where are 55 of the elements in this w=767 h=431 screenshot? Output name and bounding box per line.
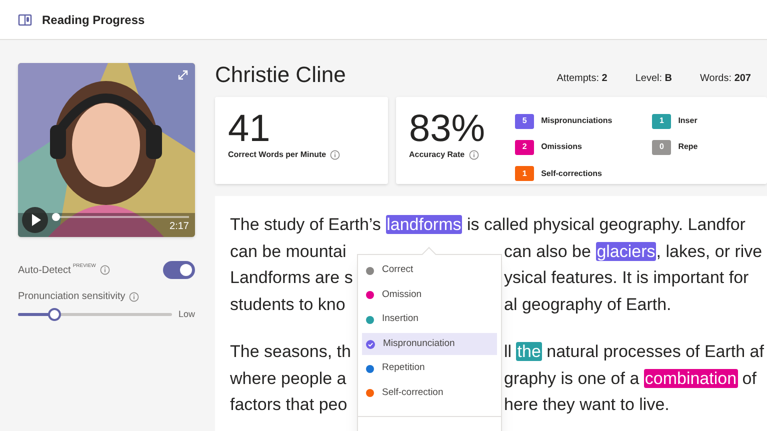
passage-line: graphy is one of a combination of <box>504 368 756 390</box>
menu-item[interactable]: Correct <box>362 260 497 282</box>
passage-line: Landforms are s <box>230 267 354 289</box>
student-name: Christie Cline <box>215 61 346 89</box>
video-time: 2:17 <box>170 220 189 234</box>
play-button[interactable] <box>22 207 48 233</box>
sensitivity-slider[interactable] <box>18 308 172 322</box>
metric-label: Correct Words per Minute <box>228 149 326 161</box>
app-title: Reading Progress <box>42 12 145 28</box>
passage-line: where people a <box>230 368 348 390</box>
video-player[interactable]: 2:17 <box>18 63 195 237</box>
metric-value: 41 <box>228 109 272 149</box>
passage-line: can be mountai <box>230 240 348 262</box>
metric-value: 83% <box>409 109 486 149</box>
count-badge: 5 <box>515 114 534 129</box>
highlighted-word[interactable]: landforms <box>386 215 462 234</box>
info-icon[interactable] <box>100 265 110 275</box>
toggle-switch[interactable] <box>163 261 195 279</box>
count-badge: 1 <box>652 114 672 129</box>
slider-end-label: Low <box>178 308 195 321</box>
auto-detect-label: Auto-Detect <box>18 264 71 278</box>
error-label: Inser <box>678 115 698 128</box>
passage-line: can also be glaciers, lakes, or rive <box>504 240 762 262</box>
count-badge: 2 <box>515 140 534 155</box>
error-label: Omissions <box>541 141 582 154</box>
error-label: Self-corrections <box>541 168 602 180</box>
passage-line: factors that peo <box>230 394 348 416</box>
menu-item[interactable]: Self-correction <box>362 382 497 404</box>
menu-item[interactable]: Omission <box>362 284 497 306</box>
passage-line: The seasons, th <box>230 341 352 363</box>
menu-item[interactable]: Repetition <box>362 358 497 380</box>
info-icon[interactable] <box>129 292 140 302</box>
passage-line: here they want to live. <box>504 394 670 416</box>
info-icon[interactable] <box>468 150 479 160</box>
summary-stat: Attempts: 2 <box>556 72 608 86</box>
passage-line: students to kno <box>230 294 346 316</box>
error-label: Repe <box>678 141 698 154</box>
highlighted-word[interactable]: glaciers <box>596 242 656 260</box>
menu-item[interactable]: Insertion <box>362 308 497 330</box>
count-badge: 0 <box>652 140 672 155</box>
summary-stat: Words: 207 <box>700 72 751 86</box>
menu-item[interactable]: Mispronunciation <box>362 333 497 355</box>
info-icon[interactable] <box>330 150 340 160</box>
passage-line: ll the natural processes of Earth af <box>504 341 764 363</box>
expand-icon[interactable] <box>177 69 189 81</box>
summary-stat: Level: B <box>635 72 672 86</box>
passage-line: The study of Earth’s landforms is called physical geography. Landfor <box>230 214 746 236</box>
metric-label: Accuracy Rate <box>409 149 465 161</box>
error-label: Mispronunciations <box>541 115 612 128</box>
book-icon <box>18 12 32 26</box>
count-badge: 1 <box>515 166 534 182</box>
passage-line: al geography of Earth. <box>504 294 672 316</box>
sensitivity-label: Pronunciation sensitivity <box>18 290 126 304</box>
passage-line: ysical features. It is important for <box>504 267 749 289</box>
highlighted-word[interactable]: combination <box>644 368 738 388</box>
